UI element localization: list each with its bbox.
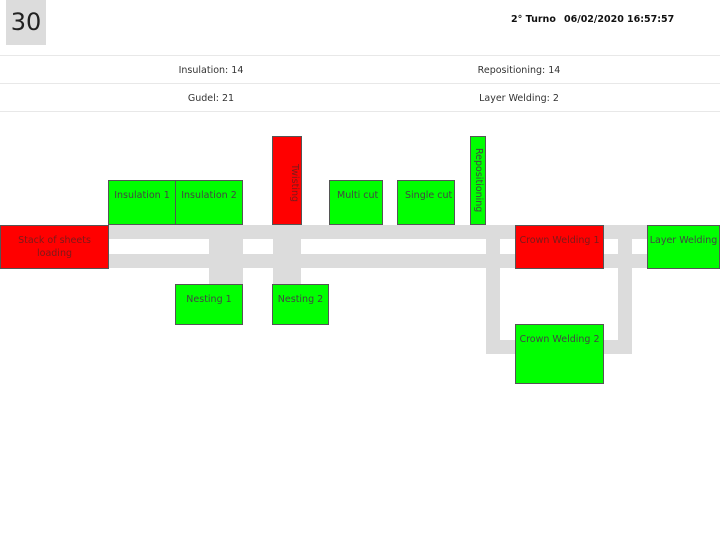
conveyor-branch-nesting-2 — [273, 225, 301, 285]
station-repositioning-label: Repositioning — [473, 148, 484, 213]
station-multi-cut[interactable]: Multi cut — [329, 180, 383, 225]
station-insulation-1[interactable]: Insulation 1 — [108, 180, 176, 225]
station-layer-welding[interactable]: Layer Welding — [647, 225, 720, 269]
layer-welding-count: Layer Welding: 2 — [479, 93, 559, 104]
station-single-cut[interactable]: Single cut — [397, 180, 455, 225]
station-insulation-2[interactable]: Insulation 2 — [175, 180, 243, 225]
cycle-counter: 30 — [6, 0, 46, 45]
time-label: 16:57:57 — [627, 14, 675, 25]
station-nesting-2[interactable]: Nesting 2 — [272, 284, 329, 325]
conveyor-branch-right — [618, 225, 632, 354]
repositioning-count: Repositioning: 14 — [477, 65, 561, 76]
station-crown-welding-2[interactable]: Crown Welding 2 — [515, 324, 604, 384]
station-twisting[interactable]: Twisting — [272, 136, 302, 225]
station-twisting-label: Twisting — [289, 164, 300, 203]
divider — [0, 111, 720, 112]
insulation-count: Insulation: 14 — [178, 65, 244, 76]
divider — [0, 83, 720, 84]
shift-label: 2° Turno — [511, 14, 556, 25]
station-crown-welding-1[interactable]: Crown Welding 1 — [515, 225, 604, 269]
date-label: 06/02/2020 — [564, 14, 624, 25]
station-stack-loading[interactable]: Stack of sheets loading — [0, 225, 109, 269]
divider — [0, 55, 720, 56]
gudel-count: Gudel: 21 — [187, 93, 235, 104]
station-nesting-1[interactable]: Nesting 1 — [175, 284, 243, 325]
station-repositioning[interactable]: Repositioning — [470, 136, 486, 225]
conveyor-branch-left — [486, 225, 500, 354]
conveyor-branch-nesting-1 — [209, 225, 243, 285]
